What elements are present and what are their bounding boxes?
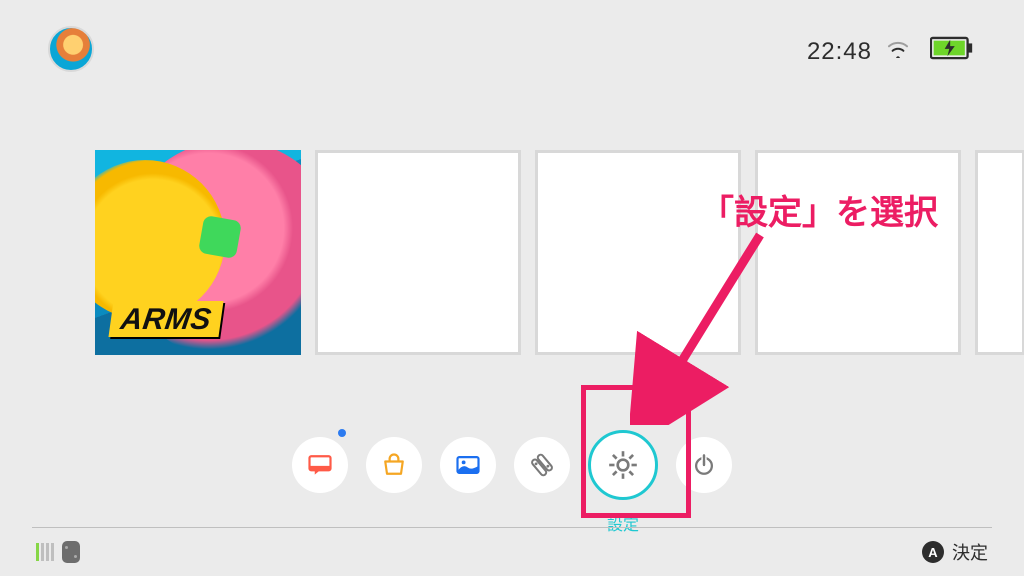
- player-slot-icon: [36, 543, 39, 561]
- game-title-logo: ARMS: [108, 301, 223, 337]
- dock-album[interactable]: [440, 437, 496, 493]
- confirm-label: 決定: [952, 539, 988, 565]
- system-dock: 設定: [0, 430, 1024, 500]
- game-tile-arms[interactable]: ARMS: [95, 150, 301, 355]
- dock-news[interactable]: [292, 437, 348, 493]
- game-art-decoration: [198, 215, 242, 259]
- notification-dot-icon: [338, 429, 346, 437]
- game-tile-empty[interactable]: [975, 150, 1024, 355]
- dock-controllers[interactable]: [514, 437, 570, 493]
- player-slot-icon: [41, 543, 44, 561]
- status-bar: 22:48: [0, 0, 1024, 90]
- album-icon: [454, 451, 482, 479]
- news-icon: [306, 451, 334, 479]
- game-tile-empty[interactable]: [535, 150, 741, 355]
- dock-settings[interactable]: 設定: [588, 430, 658, 500]
- game-tile-empty[interactable]: [755, 150, 961, 355]
- footer-hint-confirm: A 決定: [922, 539, 988, 565]
- controller-icon: [527, 450, 557, 480]
- player-slot-icon: [46, 543, 49, 561]
- a-button-icon: A: [922, 541, 944, 563]
- dock-eshop[interactable]: [366, 437, 422, 493]
- game-tile-empty[interactable]: [315, 150, 521, 355]
- player-slot-icon: [51, 543, 54, 561]
- wifi-icon: [887, 40, 909, 58]
- power-icon: [690, 451, 718, 479]
- gear-icon: [606, 448, 640, 482]
- controller-indicator[interactable]: [36, 541, 80, 563]
- footer-bar: A 決定: [0, 528, 1024, 576]
- game-tiles-row: ARMS: [95, 150, 1024, 355]
- dock-power[interactable]: [676, 437, 732, 493]
- user-avatar[interactable]: [48, 26, 94, 72]
- battery-icon: [930, 36, 974, 60]
- annotation-text: 「設定」を選択: [700, 185, 938, 234]
- clock: 22:48: [807, 38, 872, 66]
- eshop-icon: [380, 451, 408, 479]
- joycon-icon: [62, 541, 80, 563]
